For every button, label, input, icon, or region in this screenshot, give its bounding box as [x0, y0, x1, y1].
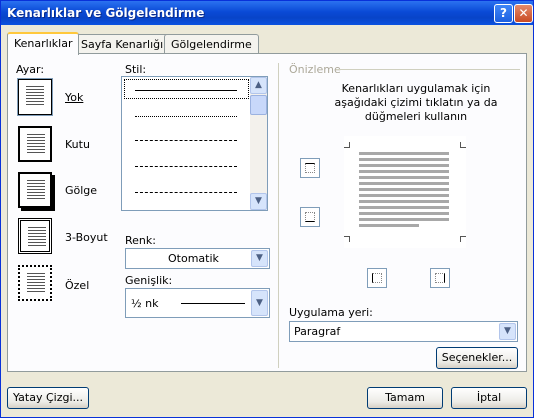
color-combo[interactable]: Otomatik ▼: [125, 248, 270, 269]
preset-box-label[interactable]: Kutu: [65, 138, 90, 151]
chevron-down-icon[interactable]: ▼: [251, 250, 268, 267]
preview-instructions: Kenarlıkları uygulamak için aşağıdaki çi…: [334, 82, 498, 123]
style-dash-dot-line[interactable]: [135, 192, 237, 193]
preset-none-icon[interactable]: [18, 79, 52, 115]
help-button[interactable]: ?: [494, 4, 513, 23]
border-right-icon[interactable]: [430, 268, 450, 288]
border-bottom-icon[interactable]: [300, 207, 320, 227]
close-button[interactable]: ✕: [514, 4, 533, 23]
preset-shadow-label[interactable]: Gölge: [65, 184, 97, 197]
preview-separator: [278, 63, 279, 368]
preview-group-line: [336, 69, 520, 70]
style-scrollbar[interactable]: ▲ ▼: [250, 77, 267, 210]
style-label: Stil:: [125, 63, 147, 76]
style-dashed-line[interactable]: [135, 140, 237, 141]
width-value: ½ nk: [131, 297, 159, 310]
style-solid-line[interactable]: [135, 90, 237, 91]
chevron-down-icon[interactable]: ▼: [499, 323, 516, 340]
ok-button[interactable]: Tamam: [367, 387, 443, 409]
preset-box-icon[interactable]: [18, 126, 52, 162]
apply-to-combo[interactable]: Paragraf ▼: [289, 321, 518, 342]
width-combo[interactable]: ½ nk ▼: [125, 288, 270, 318]
tab-page-border[interactable]: Sayfa Kenarlığı: [74, 34, 171, 54]
tab-shading[interactable]: Gölgelendirme: [164, 34, 259, 54]
width-sample-line: [181, 303, 245, 304]
preset-3d-label[interactable]: 3-Boyut: [65, 231, 108, 244]
scroll-thumb[interactable]: [250, 95, 267, 115]
scroll-up-icon[interactable]: ▲: [250, 77, 267, 94]
preview-paragraph: [359, 152, 449, 227]
preview-area[interactable]: [344, 136, 466, 248]
preset-none-label[interactable]: Yok: [65, 91, 83, 104]
tab-borders[interactable]: Kenarlıklar: [7, 32, 80, 55]
preset-3d-icon[interactable]: [18, 218, 52, 254]
style-selected-item[interactable]: [124, 79, 249, 99]
apply-to-value: Paragraf: [294, 325, 341, 338]
chevron-down-icon[interactable]: ▼: [251, 290, 268, 316]
horizontal-line-button[interactable]: Yatay Çizgi...: [7, 387, 89, 409]
preview-label: Önizleme: [289, 63, 341, 76]
cancel-button[interactable]: İptal: [451, 387, 527, 409]
dialog-window: Kenarlıklar ve Gölgelendirme ? ✕ Kenarlı…: [0, 0, 534, 418]
apply-to-label: Uygulama yeri:: [289, 306, 373, 319]
window-title: Kenarlıklar ve Gölgelendirme: [7, 6, 205, 20]
options-button[interactable]: Seçenekler...: [436, 347, 518, 369]
scroll-down-icon[interactable]: ▼: [250, 193, 267, 210]
color-label: Renk:: [125, 234, 156, 247]
width-label: Genişlik:: [125, 274, 173, 287]
border-left-icon[interactable]: [367, 268, 387, 288]
color-value: Otomatik: [168, 252, 219, 265]
border-top-icon[interactable]: [300, 158, 320, 178]
style-long-dashed-line[interactable]: [135, 166, 237, 167]
style-listbox[interactable]: ▲ ▼: [121, 76, 268, 211]
preset-shadow-icon[interactable]: [18, 172, 52, 208]
preset-custom-label[interactable]: Özel: [65, 279, 89, 292]
style-dotted-line[interactable]: [135, 116, 237, 117]
setting-label: Ayar:: [16, 63, 45, 76]
title-bar[interactable]: Kenarlıklar ve Gölgelendirme ? ✕: [1, 1, 533, 25]
preset-custom-icon[interactable]: [18, 265, 52, 301]
